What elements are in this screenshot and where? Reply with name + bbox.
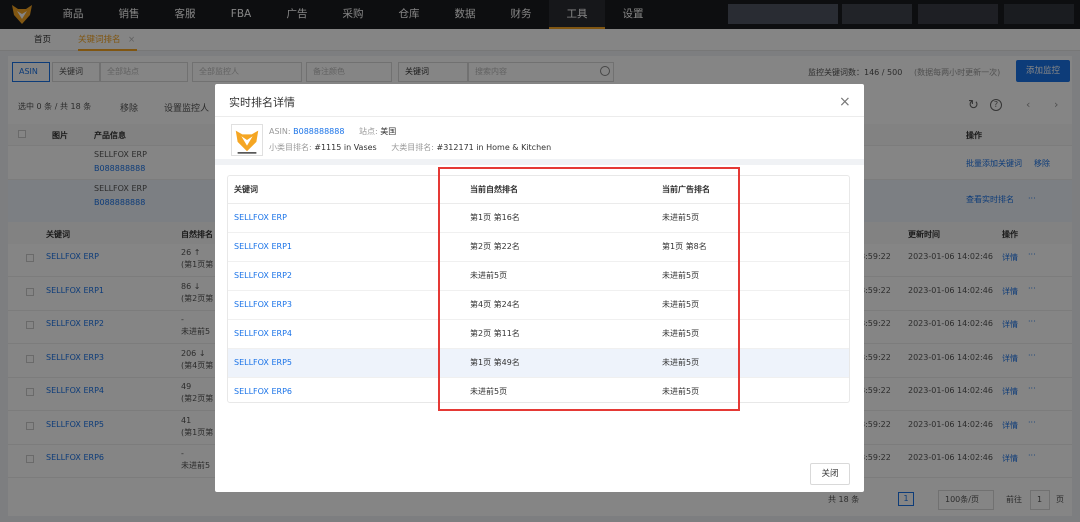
keyword-link[interactable]: SELLFOX ERP1	[234, 233, 292, 261]
category-rank-line: 小类目排名: #1115 in Vases 大类目排名: #312171 in …	[269, 142, 551, 153]
asin-value[interactable]: B088888888	[293, 127, 344, 136]
highlight-box	[438, 167, 740, 411]
modal-title-divider	[215, 116, 864, 117]
main-category-label: 大类目排名:	[391, 143, 434, 152]
section-divider	[215, 159, 864, 165]
close-icon[interactable]: ×	[839, 94, 851, 110]
keyword-column-header: 关键词	[234, 185, 258, 194]
keyword-link[interactable]: SELLFOX ERP2	[234, 262, 292, 290]
fox-logo-icon	[235, 130, 259, 154]
site-value: 美国	[380, 127, 397, 136]
product-asin-line: ASIN: B088888888 站点: 美国	[269, 126, 396, 137]
keyword-link[interactable]: SELLFOX ERP4	[234, 320, 292, 348]
keyword-link[interactable]: SELLFOX ERP	[234, 204, 287, 232]
modal-title: 实时排名详情	[229, 96, 295, 109]
sub-category-label: 小类目排名:	[269, 143, 312, 152]
keyword-link[interactable]: SELLFOX ERP5	[234, 349, 292, 377]
sub-category-rank: #1115 in Vases	[314, 143, 377, 152]
keyword-link[interactable]: SELLFOX ERP6	[234, 378, 292, 402]
main-category-rank: #312171 in Home & Kitchen	[436, 143, 552, 152]
keyword-link[interactable]: SELLFOX ERP3	[234, 291, 292, 319]
close-button[interactable]: 关闭	[810, 463, 850, 485]
asin-label: ASIN:	[269, 127, 291, 136]
site-label: 站点:	[358, 127, 378, 136]
product-image	[231, 124, 263, 156]
